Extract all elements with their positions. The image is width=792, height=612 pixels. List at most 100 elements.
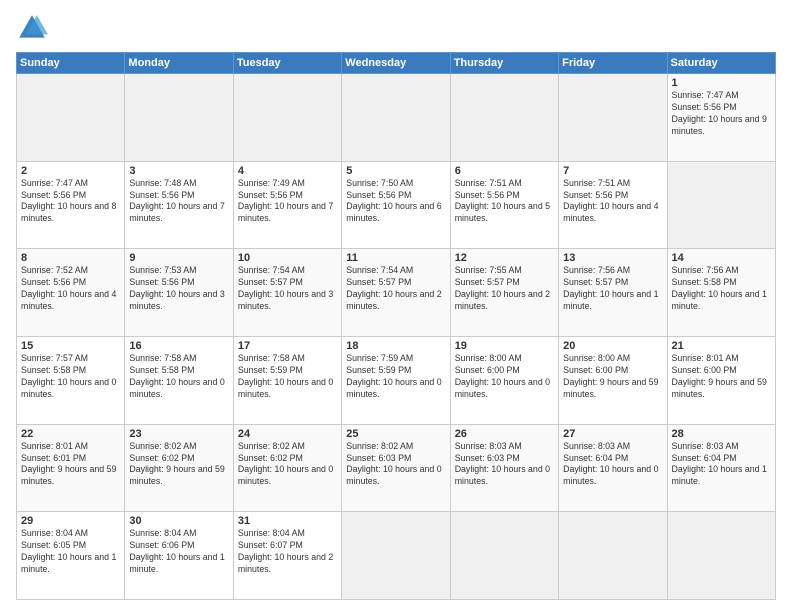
day-number: 19 bbox=[455, 340, 554, 352]
calendar-cell: 31 Sunrise: 8:04 AM Sunset: 6:07 PM Dayl… bbox=[233, 512, 341, 600]
calendar-table: SundayMondayTuesdayWednesdayThursdayFrid… bbox=[16, 52, 776, 600]
day-number: 24 bbox=[238, 428, 337, 440]
day-number: 28 bbox=[672, 428, 771, 440]
calendar-cell bbox=[667, 161, 775, 249]
day-number: 30 bbox=[129, 515, 228, 527]
calendar-cell: 29 Sunrise: 8:04 AM Sunset: 6:05 PM Dayl… bbox=[17, 512, 125, 600]
day-number: 8 bbox=[21, 252, 120, 264]
day-number: 22 bbox=[21, 428, 120, 440]
calendar-cell: 12 Sunrise: 7:55 AM Sunset: 5:57 PM Dayl… bbox=[450, 249, 558, 337]
day-number: 10 bbox=[238, 252, 337, 264]
calendar-week-2: 8 Sunrise: 7:52 AM Sunset: 5:56 PM Dayli… bbox=[17, 249, 776, 337]
day-number: 15 bbox=[21, 340, 120, 352]
day-number: 21 bbox=[672, 340, 771, 352]
day-number: 1 bbox=[672, 77, 771, 89]
day-info: Sunrise: 8:00 AM Sunset: 6:00 PM Dayligh… bbox=[455, 353, 554, 401]
calendar-cell: 13 Sunrise: 7:56 AM Sunset: 5:57 PM Dayl… bbox=[559, 249, 667, 337]
day-number: 11 bbox=[346, 252, 445, 264]
day-info: Sunrise: 7:48 AM Sunset: 5:56 PM Dayligh… bbox=[129, 178, 228, 226]
calendar-cell: 8 Sunrise: 7:52 AM Sunset: 5:56 PM Dayli… bbox=[17, 249, 125, 337]
day-info: Sunrise: 8:04 AM Sunset: 6:07 PM Dayligh… bbox=[238, 528, 337, 576]
day-number: 3 bbox=[129, 165, 228, 177]
day-number: 26 bbox=[455, 428, 554, 440]
day-info: Sunrise: 8:03 AM Sunset: 6:04 PM Dayligh… bbox=[563, 441, 662, 489]
day-number: 7 bbox=[563, 165, 662, 177]
day-number: 14 bbox=[672, 252, 771, 264]
day-number: 9 bbox=[129, 252, 228, 264]
calendar-cell: 14 Sunrise: 7:56 AM Sunset: 5:58 PM Dayl… bbox=[667, 249, 775, 337]
day-info: Sunrise: 8:02 AM Sunset: 6:02 PM Dayligh… bbox=[238, 441, 337, 489]
day-info: Sunrise: 7:58 AM Sunset: 5:58 PM Dayligh… bbox=[129, 353, 228, 401]
day-number: 17 bbox=[238, 340, 337, 352]
calendar-cell bbox=[450, 74, 558, 162]
page: SundayMondayTuesdayWednesdayThursdayFrid… bbox=[0, 0, 792, 612]
day-info: Sunrise: 7:58 AM Sunset: 5:59 PM Dayligh… bbox=[238, 353, 337, 401]
calendar-cell: 1 Sunrise: 7:47 AM Sunset: 5:56 PM Dayli… bbox=[667, 74, 775, 162]
day-number: 2 bbox=[21, 165, 120, 177]
day-number: 20 bbox=[563, 340, 662, 352]
day-info: Sunrise: 7:50 AM Sunset: 5:56 PM Dayligh… bbox=[346, 178, 445, 226]
calendar-cell bbox=[125, 74, 233, 162]
day-info: Sunrise: 8:02 AM Sunset: 6:02 PM Dayligh… bbox=[129, 441, 228, 489]
day-number: 13 bbox=[563, 252, 662, 264]
day-info: Sunrise: 8:04 AM Sunset: 6:05 PM Dayligh… bbox=[21, 528, 120, 576]
calendar-cell: 7 Sunrise: 7:51 AM Sunset: 5:56 PM Dayli… bbox=[559, 161, 667, 249]
calendar-cell bbox=[342, 512, 450, 600]
calendar-week-4: 22 Sunrise: 8:01 AM Sunset: 6:01 PM Dayl… bbox=[17, 424, 776, 512]
logo-icon bbox=[16, 12, 48, 44]
weekday-header-saturday: Saturday bbox=[667, 53, 775, 74]
calendar-cell: 28 Sunrise: 8:03 AM Sunset: 6:04 PM Dayl… bbox=[667, 424, 775, 512]
weekday-header-thursday: Thursday bbox=[450, 53, 558, 74]
day-info: Sunrise: 7:56 AM Sunset: 5:57 PM Dayligh… bbox=[563, 265, 662, 313]
day-info: Sunrise: 7:47 AM Sunset: 5:56 PM Dayligh… bbox=[21, 178, 120, 226]
day-number: 12 bbox=[455, 252, 554, 264]
calendar-cell: 4 Sunrise: 7:49 AM Sunset: 5:56 PM Dayli… bbox=[233, 161, 341, 249]
calendar-cell: 24 Sunrise: 8:02 AM Sunset: 6:02 PM Dayl… bbox=[233, 424, 341, 512]
calendar-cell bbox=[17, 74, 125, 162]
day-number: 25 bbox=[346, 428, 445, 440]
day-number: 29 bbox=[21, 515, 120, 527]
calendar-cell bbox=[559, 74, 667, 162]
day-info: Sunrise: 7:54 AM Sunset: 5:57 PM Dayligh… bbox=[346, 265, 445, 313]
day-info: Sunrise: 7:56 AM Sunset: 5:58 PM Dayligh… bbox=[672, 265, 771, 313]
day-info: Sunrise: 8:03 AM Sunset: 6:04 PM Dayligh… bbox=[672, 441, 771, 489]
day-info: Sunrise: 7:52 AM Sunset: 5:56 PM Dayligh… bbox=[21, 265, 120, 313]
day-info: Sunrise: 7:47 AM Sunset: 5:56 PM Dayligh… bbox=[672, 90, 771, 138]
calendar-cell: 2 Sunrise: 7:47 AM Sunset: 5:56 PM Dayli… bbox=[17, 161, 125, 249]
calendar-cell: 25 Sunrise: 8:02 AM Sunset: 6:03 PM Dayl… bbox=[342, 424, 450, 512]
day-info: Sunrise: 8:01 AM Sunset: 6:00 PM Dayligh… bbox=[672, 353, 771, 401]
calendar-cell: 10 Sunrise: 7:54 AM Sunset: 5:57 PM Dayl… bbox=[233, 249, 341, 337]
day-info: Sunrise: 7:51 AM Sunset: 5:56 PM Dayligh… bbox=[563, 178, 662, 226]
day-number: 6 bbox=[455, 165, 554, 177]
calendar-cell: 23 Sunrise: 8:02 AM Sunset: 6:02 PM Dayl… bbox=[125, 424, 233, 512]
day-info: Sunrise: 8:01 AM Sunset: 6:01 PM Dayligh… bbox=[21, 441, 120, 489]
calendar-cell bbox=[233, 74, 341, 162]
calendar-cell: 6 Sunrise: 7:51 AM Sunset: 5:56 PM Dayli… bbox=[450, 161, 558, 249]
day-info: Sunrise: 7:57 AM Sunset: 5:58 PM Dayligh… bbox=[21, 353, 120, 401]
weekday-header-sunday: Sunday bbox=[17, 53, 125, 74]
calendar-cell: 26 Sunrise: 8:03 AM Sunset: 6:03 PM Dayl… bbox=[450, 424, 558, 512]
day-number: 27 bbox=[563, 428, 662, 440]
calendar-cell: 5 Sunrise: 7:50 AM Sunset: 5:56 PM Dayli… bbox=[342, 161, 450, 249]
calendar-cell bbox=[667, 512, 775, 600]
day-info: Sunrise: 8:03 AM Sunset: 6:03 PM Dayligh… bbox=[455, 441, 554, 489]
weekday-header-friday: Friday bbox=[559, 53, 667, 74]
calendar-cell: 22 Sunrise: 8:01 AM Sunset: 6:01 PM Dayl… bbox=[17, 424, 125, 512]
calendar-week-5: 29 Sunrise: 8:04 AM Sunset: 6:05 PM Dayl… bbox=[17, 512, 776, 600]
calendar-cell: 19 Sunrise: 8:00 AM Sunset: 6:00 PM Dayl… bbox=[450, 336, 558, 424]
day-number: 5 bbox=[346, 165, 445, 177]
day-info: Sunrise: 7:55 AM Sunset: 5:57 PM Dayligh… bbox=[455, 265, 554, 313]
calendar-cell: 20 Sunrise: 8:00 AM Sunset: 6:00 PM Dayl… bbox=[559, 336, 667, 424]
calendar-cell bbox=[342, 74, 450, 162]
calendar-cell: 3 Sunrise: 7:48 AM Sunset: 5:56 PM Dayli… bbox=[125, 161, 233, 249]
calendar-cell: 9 Sunrise: 7:53 AM Sunset: 5:56 PM Dayli… bbox=[125, 249, 233, 337]
calendar-cell: 18 Sunrise: 7:59 AM Sunset: 5:59 PM Dayl… bbox=[342, 336, 450, 424]
weekday-header-monday: Monday bbox=[125, 53, 233, 74]
calendar-cell: 30 Sunrise: 8:04 AM Sunset: 6:06 PM Dayl… bbox=[125, 512, 233, 600]
weekday-header-tuesday: Tuesday bbox=[233, 53, 341, 74]
day-info: Sunrise: 8:04 AM Sunset: 6:06 PM Dayligh… bbox=[129, 528, 228, 576]
calendar-week-1: 2 Sunrise: 7:47 AM Sunset: 5:56 PM Dayli… bbox=[17, 161, 776, 249]
day-info: Sunrise: 7:54 AM Sunset: 5:57 PM Dayligh… bbox=[238, 265, 337, 313]
day-number: 18 bbox=[346, 340, 445, 352]
calendar-cell: 16 Sunrise: 7:58 AM Sunset: 5:58 PM Dayl… bbox=[125, 336, 233, 424]
